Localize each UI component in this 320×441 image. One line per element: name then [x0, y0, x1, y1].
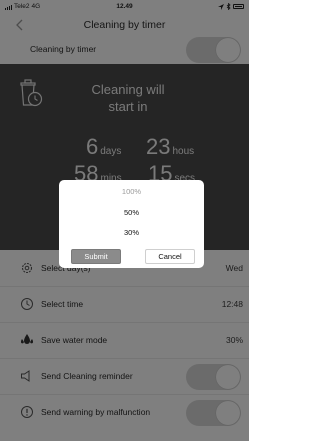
- option-50[interactable]: 50%: [59, 208, 204, 217]
- submit-button[interactable]: Submit: [71, 249, 121, 264]
- cancel-button[interactable]: Cancel: [145, 249, 195, 264]
- option-30[interactable]: 30%: [59, 228, 204, 237]
- option-100[interactable]: 100%: [59, 187, 204, 196]
- screen: Tele2 4G 12.49 Cleaning by timer Cleanin…: [0, 0, 249, 441]
- water-mode-dialog: 100% 50% 30% Submit Cancel: [59, 180, 204, 268]
